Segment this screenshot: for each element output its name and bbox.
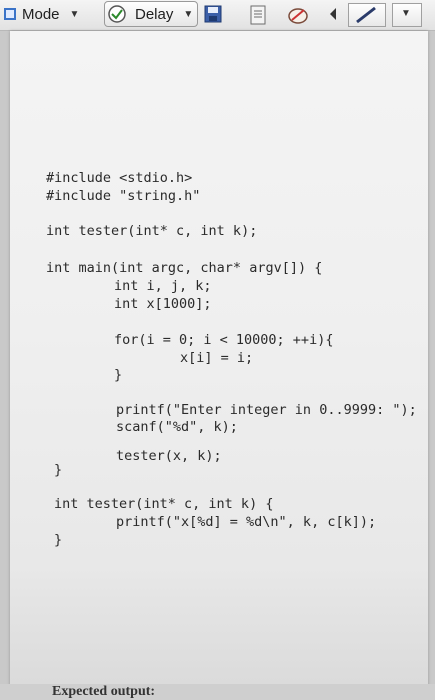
- code-line: #include <stdio.h>: [46, 170, 193, 186]
- mode-label: Mode: [22, 5, 60, 23]
- mode-dropdown[interactable]: Mode ▼: [4, 0, 79, 28]
- code-line: }: [54, 532, 63, 548]
- code-line: int x[1000];: [114, 296, 212, 312]
- code-line: }: [114, 367, 123, 383]
- clear-format-icon[interactable]: [286, 4, 310, 26]
- chevron-down-icon: ▼: [183, 8, 194, 20]
- color-dropdown[interactable]: ▼: [392, 3, 422, 27]
- code-line: int tester(int* c, int k);: [46, 223, 258, 239]
- code-line: }: [54, 462, 63, 478]
- code-document: #include <stdio.h> #include "string.h" i…: [10, 31, 428, 700]
- toolbar: Mode ▼ Delay ▼ ▼: [0, 0, 435, 31]
- clock-check-icon: [108, 5, 126, 23]
- code-line: int main(int argc, char* argv[]) {: [46, 260, 323, 276]
- code-line: for(i = 0; i < 10000; ++i){: [114, 332, 334, 348]
- pen-icon: [356, 6, 376, 24]
- code-line: scanf("%d", k);: [116, 419, 238, 435]
- code-line: int i, j, k;: [114, 278, 212, 294]
- code-line: x[i] = i;: [180, 350, 254, 366]
- code-line: printf("x[%d] = %d\n", k, c[k]);: [116, 514, 377, 530]
- delay-dropdown[interactable]: Delay ▼: [104, 1, 199, 27]
- document-icon[interactable]: [247, 4, 269, 26]
- mode-icon: [4, 8, 16, 20]
- delay-label: Delay: [135, 5, 174, 23]
- code-line: int tester(int* c, int k) {: [54, 496, 274, 512]
- code-line: #include "string.h": [46, 188, 201, 204]
- code-line: tester(x, k);: [116, 448, 222, 464]
- caret-left-icon[interactable]: [328, 4, 338, 24]
- save-icon[interactable]: [203, 4, 223, 24]
- footer-bar: Expected output:: [0, 684, 435, 700]
- expected-output-label: Expected output:: [52, 684, 156, 699]
- code-line: printf("Enter integer in 0..9999: ");: [116, 402, 417, 418]
- chevron-down-icon: ▼: [69, 8, 80, 20]
- pen-button[interactable]: [348, 3, 386, 27]
- code-block: #include <stdio.h> #include "string.h" i…: [10, 31, 417, 548]
- chevron-down-icon: ▼: [401, 8, 411, 19]
